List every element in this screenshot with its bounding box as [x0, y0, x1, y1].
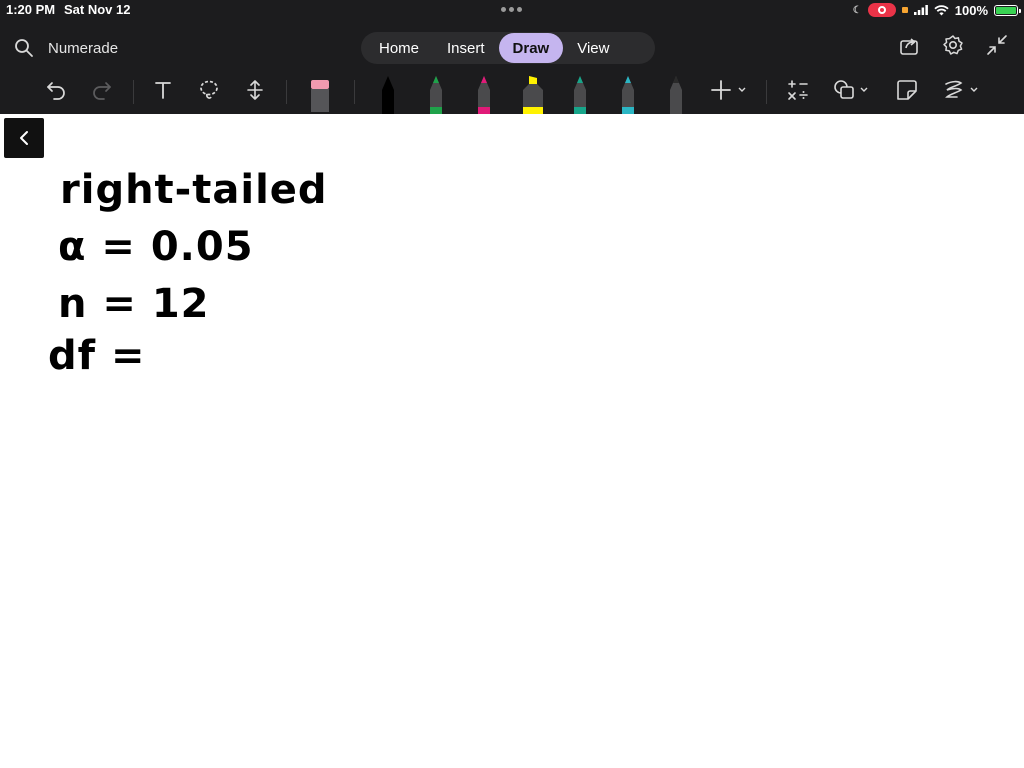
redo-icon[interactable]	[90, 78, 114, 102]
signal-icon	[913, 5, 928, 15]
collapse-icon[interactable]	[986, 34, 1008, 56]
screen-recording-icon	[867, 3, 896, 17]
ink-to-shape-icon[interactable]	[895, 78, 919, 102]
multitasking-icon[interactable]	[501, 7, 522, 12]
back-button[interactable]	[4, 118, 44, 158]
pen-black-icon[interactable]	[378, 74, 398, 114]
status-date: Sat Nov 12	[64, 2, 131, 17]
mic-indicator-icon	[901, 7, 908, 13]
wifi-icon	[934, 4, 949, 15]
ink-line-right-tailed: right-tailed	[60, 167, 328, 213]
ink-line-df: df =	[48, 333, 146, 379]
drawing-canvas[interactable]: right-tailed α = 0.05 n = 12 df =	[0, 114, 1024, 768]
text-icon[interactable]	[151, 78, 175, 102]
divider	[286, 80, 287, 104]
eraser-icon[interactable]	[308, 78, 332, 112]
status-time: 1:20 PM	[6, 2, 56, 17]
pen-gray-icon[interactable]	[666, 74, 686, 114]
undo-icon[interactable]	[44, 78, 68, 102]
math-icon[interactable]	[786, 78, 810, 102]
settings-icon[interactable]	[942, 34, 964, 56]
status-indicators: ☾ 100%	[852, 0, 1021, 20]
ribbon-actions	[898, 34, 1008, 56]
add-pen-icon[interactable]	[710, 78, 750, 102]
divider	[133, 80, 134, 104]
search-icon	[15, 39, 33, 57]
ribbon-tabs: Home Insert Draw View	[361, 32, 655, 64]
space-icon[interactable]	[243, 78, 267, 102]
pen-green-icon[interactable]	[426, 74, 446, 114]
chevron-left-icon	[20, 131, 28, 145]
battery-icon	[994, 4, 1021, 16]
search-label: Numerade	[48, 39, 119, 57]
lasso-icon[interactable]	[197, 78, 221, 102]
ink-replay-icon[interactable]	[942, 78, 982, 102]
share-icon[interactable]	[898, 34, 920, 56]
divider	[354, 80, 355, 104]
tab-insert[interactable]: Insert	[433, 33, 499, 63]
ink-line-alpha: α = 0.05	[58, 224, 254, 270]
tab-draw[interactable]: Draw	[498, 33, 564, 63]
highlighter-yellow-icon[interactable]	[520, 74, 546, 114]
app-toolbar: 1:20 PM Sat Nov 12 ☾ 100% Numerade Home …	[0, 0, 1024, 114]
search-field[interactable]: Numerade	[14, 36, 118, 60]
pen-teal-icon[interactable]	[570, 74, 590, 114]
moon-icon: ☾	[852, 4, 862, 16]
ink-line-n: n = 12	[58, 281, 210, 327]
pen-cyan-icon[interactable]	[618, 74, 638, 114]
divider	[766, 80, 767, 104]
tab-home[interactable]: Home	[365, 33, 433, 63]
shapes-icon[interactable]	[832, 78, 872, 102]
tab-view[interactable]: View	[563, 33, 623, 63]
pen-pink-icon[interactable]	[474, 74, 494, 114]
draw-tools	[0, 70, 1024, 114]
battery-percent: 100%	[954, 2, 988, 18]
